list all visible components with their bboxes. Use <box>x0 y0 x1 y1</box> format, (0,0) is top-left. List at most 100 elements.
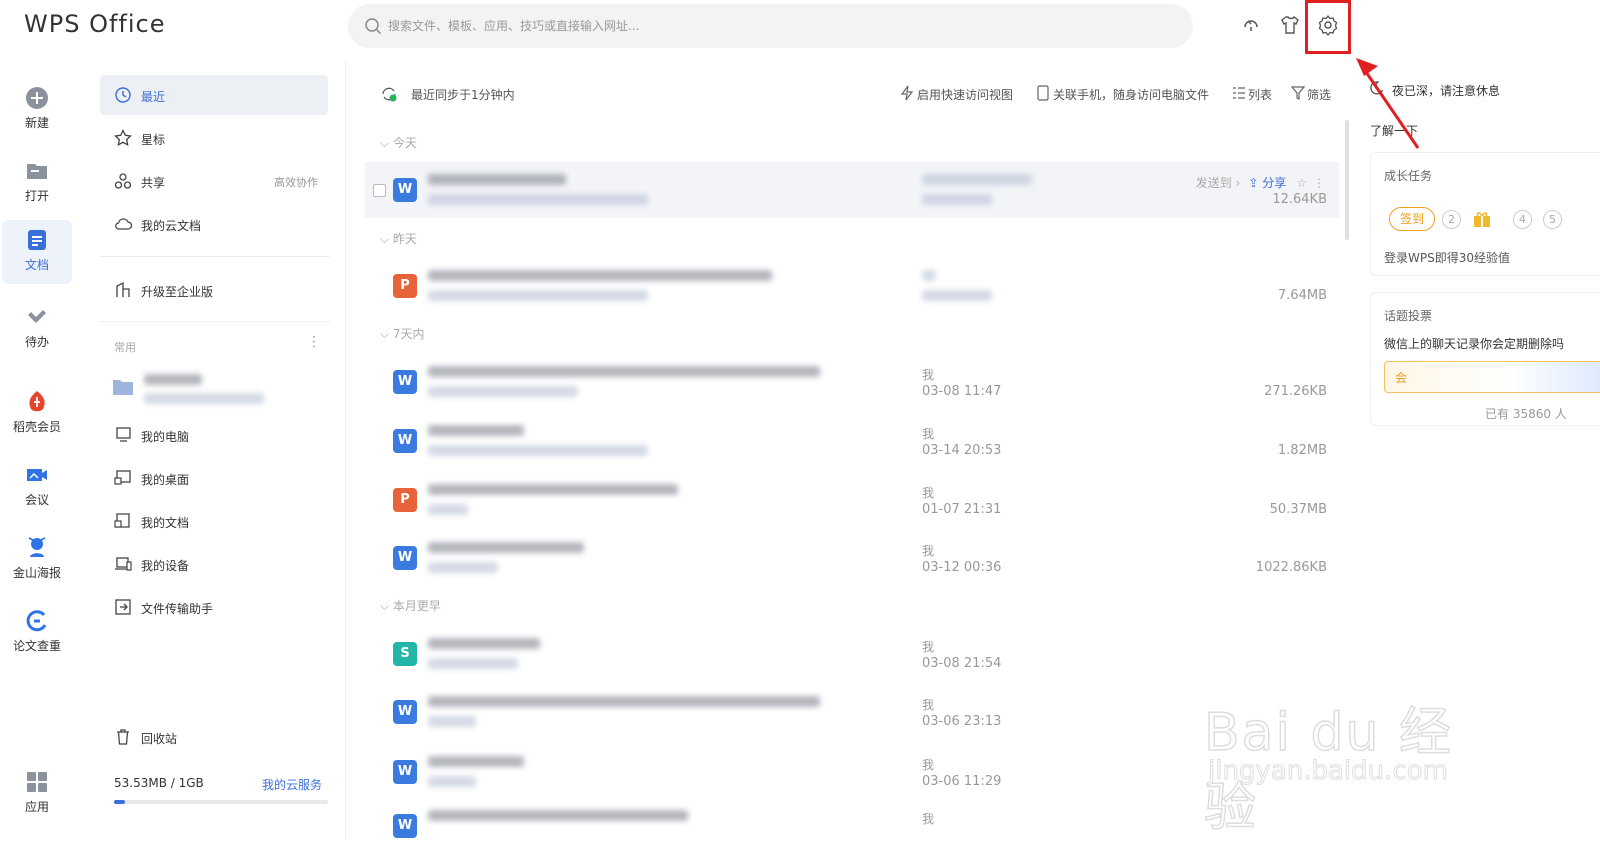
list-view-button[interactable]: 列表 <box>1248 86 1272 103</box>
rail-label: 待办 <box>24 335 49 349</box>
file-row[interactable]: W 我 03-08 11:47 271.26KB <box>365 354 1339 410</box>
share-button[interactable]: ⇪ 分享 <box>1248 176 1286 190</box>
search-input[interactable] <box>388 4 1178 48</box>
file-size: 50.37MB <box>1269 502 1327 517</box>
rail-label: 会议 <box>24 493 49 507</box>
file-size: 1.82MB <box>1277 443 1327 458</box>
file-size: 271.26KB <box>1264 384 1327 399</box>
scrollbar-thumb[interactable] <box>1345 120 1349 240</box>
nav-file-transfer[interactable]: 文件传输助手 <box>100 587 328 627</box>
file-date: 03-06 23:13 <box>922 714 1002 729</box>
ppt-doc-icon: P <box>393 274 417 298</box>
row-checkbox[interactable] <box>373 184 386 197</box>
step-badge: 2 <box>1442 210 1461 229</box>
search-bar[interactable] <box>348 4 1193 48</box>
nav-my-computer[interactable]: 我的电脑 <box>100 415 328 455</box>
send-to-button[interactable]: 发送到 › <box>1196 176 1241 190</box>
top-bar: WPS Office <box>0 0 1600 54</box>
rail-poster[interactable]: 金山海报 <box>2 528 72 592</box>
rail-docer[interactable]: 稻壳会员 <box>2 382 72 446</box>
file-row[interactable]: W 我 03-06 11:29 <box>365 744 1339 800</box>
docer-icon <box>29 391 45 412</box>
star-toggle-icon[interactable]: ☆ <box>1296 176 1307 190</box>
filter-button[interactable]: 筛选 <box>1307 86 1331 103</box>
nav-cloud-docs[interactable]: 我的云文档 <box>100 204 328 244</box>
watermark-sub: jingyan.baidu.com <box>1208 756 1449 787</box>
check-icon <box>28 310 46 323</box>
rail-paper-check[interactable]: 论文查重 <box>2 601 72 665</box>
blurred-file-name <box>428 542 584 557</box>
meeting-icon <box>27 469 47 481</box>
topic-vote-card: 话题投票 微信上的聊天记录你会定期删除吗 会 已有 35860 人 <box>1370 292 1600 426</box>
nav-label: 我的设备 <box>141 559 190 573</box>
word-doc-icon: W <box>393 814 417 838</box>
cloud-icon <box>115 218 132 230</box>
nav-label: 我的云文档 <box>141 219 202 233</box>
document-icon <box>28 230 46 250</box>
file-owner: 我 <box>922 758 935 772</box>
cloud-service-link[interactable]: 我的云服务 <box>262 776 322 793</box>
file-row[interactable]: P 7.64MB <box>365 258 1339 314</box>
phone-icon <box>1037 85 1049 101</box>
file-date: 03-12 00:36 <box>922 560 1002 575</box>
blurred-file-path <box>428 445 648 460</box>
skin-shirt-icon[interactable] <box>1279 14 1301 36</box>
rail-open[interactable]: 打开 <box>2 151 72 215</box>
nav-shared[interactable]: 共享 高效协作 <box>100 161 328 201</box>
divider <box>100 321 330 322</box>
rail-label: 稻壳会员 <box>12 420 61 434</box>
file-size: 12.64KB <box>1272 192 1327 207</box>
more-options-icon[interactable]: ⋮ <box>1313 176 1325 190</box>
device-icon <box>115 557 132 571</box>
row-actions: 发送到 › ⇪ 分享 ☆ ⋮ <box>1196 174 1325 191</box>
rail-docs[interactable]: 文档 <box>2 220 72 284</box>
file-owner: 我 <box>922 486 935 500</box>
group-yesterday[interactable]: ⌵ 昨天 <box>380 230 417 247</box>
rail-new[interactable]: 新建 <box>2 78 72 142</box>
rail-apps[interactable]: 应用 <box>2 762 72 826</box>
sign-in-button[interactable]: 签到 <box>1389 207 1435 231</box>
nav-recent-folder[interactable] <box>100 365 328 411</box>
list-view-icon <box>1233 87 1245 99</box>
nav-trash[interactable]: 回收站 <box>100 717 328 757</box>
nav-recent[interactable]: 最近 <box>100 75 328 115</box>
link-phone-button[interactable]: 关联手机，随身访问电脑文件 <box>1053 86 1209 103</box>
vote-option-yes[interactable]: 会 <box>1395 369 1407 386</box>
rail-label: 应用 <box>24 800 49 814</box>
word-doc-icon: W <box>393 700 417 724</box>
apps-grid-icon <box>27 772 47 792</box>
file-row[interactable]: W 我 03-06 23:13 <box>365 684 1339 740</box>
nav-upgrade-enterprise[interactable]: 升级至企业版 <box>100 270 328 310</box>
headset-icon[interactable] <box>1240 14 1262 36</box>
rail-meeting[interactable]: 会议 <box>2 455 72 519</box>
blurred-file-path <box>428 290 648 305</box>
computer-icon <box>116 427 131 442</box>
nav-my-desktop[interactable]: 我的桌面 <box>100 458 328 498</box>
nav-label: 回收站 <box>141 732 178 746</box>
file-row[interactable]: W 我 03-12 00:36 1022.86KB <box>365 530 1339 586</box>
file-row[interactable]: P 我 01-07 21:31 50.37MB <box>365 472 1339 528</box>
nav-my-documents[interactable]: 我的文档 <box>100 501 328 541</box>
blurred-file-path <box>428 504 468 519</box>
rail-todo[interactable]: 待办 <box>2 297 72 361</box>
vote-option-bar[interactable]: 会 <box>1384 361 1600 393</box>
filter-icon <box>1291 86 1305 100</box>
quick-view-toggle[interactable]: 启用快速访问视图 <box>917 86 1013 103</box>
nav-extra-label: 高效协作 <box>274 176 318 189</box>
nav-my-devices[interactable]: 我的设备 <box>100 544 328 584</box>
poster-icon <box>28 537 46 557</box>
group-today[interactable]: ⌵ 今天 <box>380 134 417 151</box>
section-more-button[interactable]: ⋮ <box>307 334 321 350</box>
group-earlier[interactable]: ⌵ 本月更早 <box>380 597 441 614</box>
nav-starred[interactable]: 星标 <box>100 118 328 158</box>
group-week[interactable]: ⌵ 7天内 <box>380 325 425 342</box>
divider <box>100 256 330 257</box>
blurred-file-name <box>428 366 820 381</box>
file-row[interactable]: W 12.64KB 发送到 › ⇪ 分享 ☆ ⋮ <box>365 162 1339 218</box>
storage-progress-bar <box>114 800 328 804</box>
rail-label: 论文查重 <box>12 639 61 653</box>
blurred-file-name <box>428 696 820 711</box>
file-row[interactable]: W 我 03-14 20:53 1.82MB <box>365 413 1339 469</box>
file-row[interactable]: S 我 03-08 21:54 <box>365 626 1339 682</box>
file-row[interactable]: W我 <box>365 798 1339 848</box>
